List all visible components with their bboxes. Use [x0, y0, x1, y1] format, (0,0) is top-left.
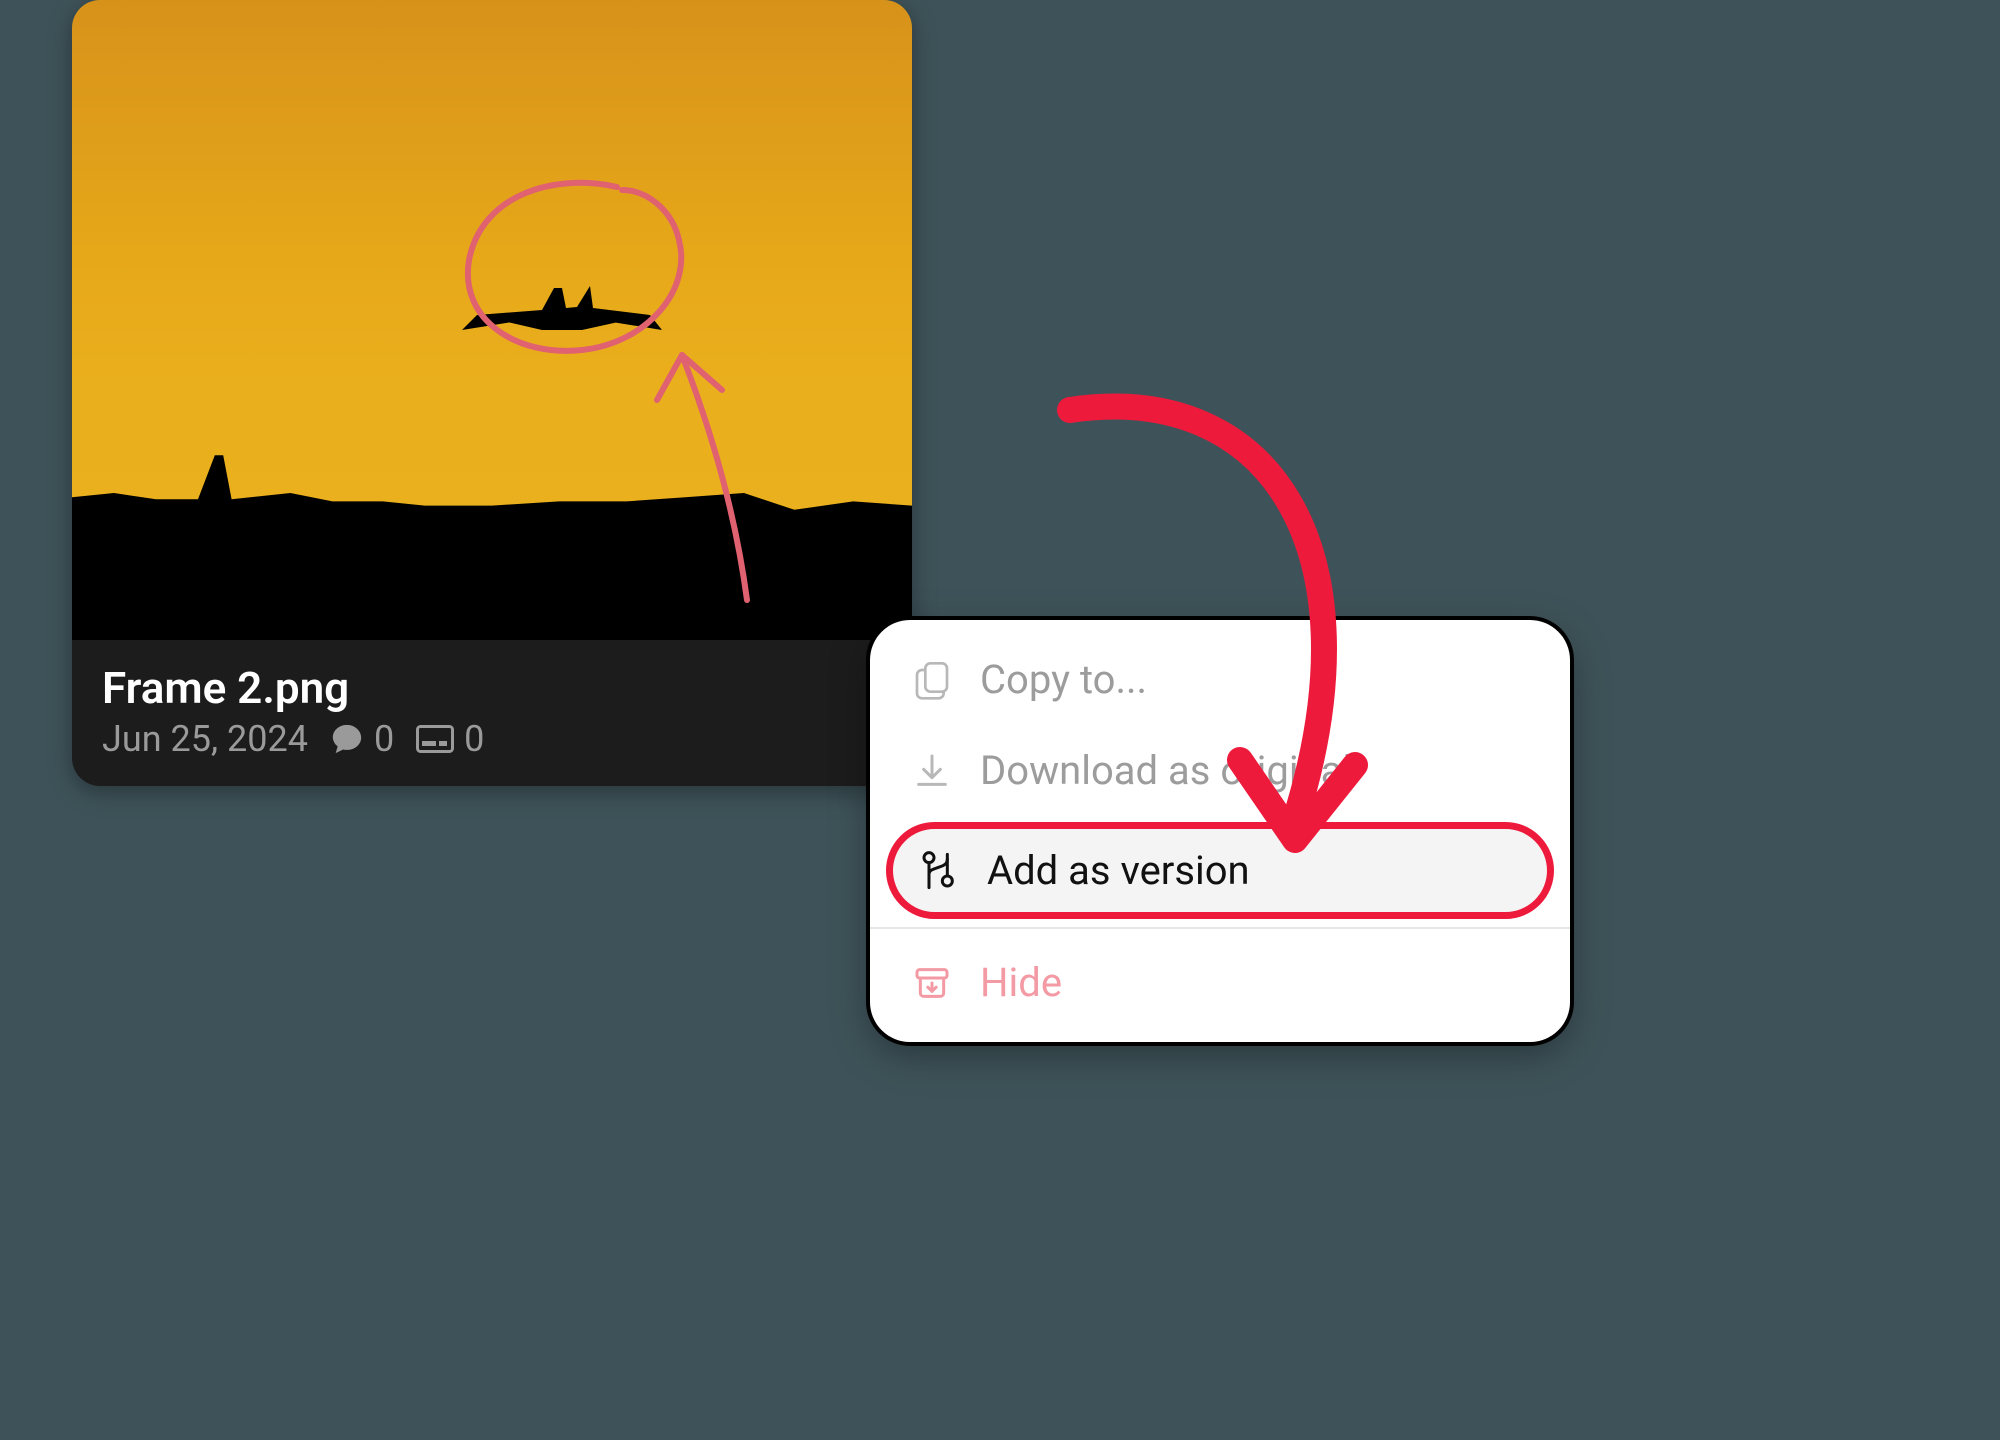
- file-card-footer: Frame 2.png Jun 25, 2024 0: [72, 640, 912, 786]
- comment-count: 0: [330, 718, 394, 760]
- file-card[interactable]: Frame 2.png Jun 25, 2024 0: [72, 0, 912, 786]
- menu-copy-to[interactable]: Copy to...: [870, 634, 1570, 725]
- menu-label: Hide: [980, 959, 1528, 1006]
- card-icon: [416, 725, 454, 753]
- download-icon: [912, 751, 952, 791]
- menu-label: Copy to...: [980, 656, 1528, 703]
- comment-icon: [330, 722, 364, 756]
- menu-label: Download as original: [980, 747, 1528, 794]
- archive-icon: [912, 963, 952, 1003]
- context-menu: Copy to... Download as original Add as v…: [870, 620, 1570, 1042]
- version-icon: [919, 849, 959, 893]
- task-count: 0: [416, 718, 484, 760]
- file-thumbnail[interactable]: [72, 0, 912, 640]
- airplane-silhouette: [462, 260, 662, 360]
- menu-add-as-version[interactable]: Add as version: [886, 822, 1554, 919]
- file-name: Frame 2.png: [102, 662, 882, 714]
- file-meta-row: Jun 25, 2024 0 0: [102, 718, 882, 760]
- file-date: Jun 25, 2024: [102, 718, 308, 760]
- menu-divider: [870, 927, 1570, 929]
- menu-download-original[interactable]: Download as original: [870, 725, 1570, 816]
- menu-hide[interactable]: Hide: [870, 937, 1570, 1028]
- clipboard-icon: [912, 658, 952, 702]
- menu-label: Add as version: [987, 847, 1521, 894]
